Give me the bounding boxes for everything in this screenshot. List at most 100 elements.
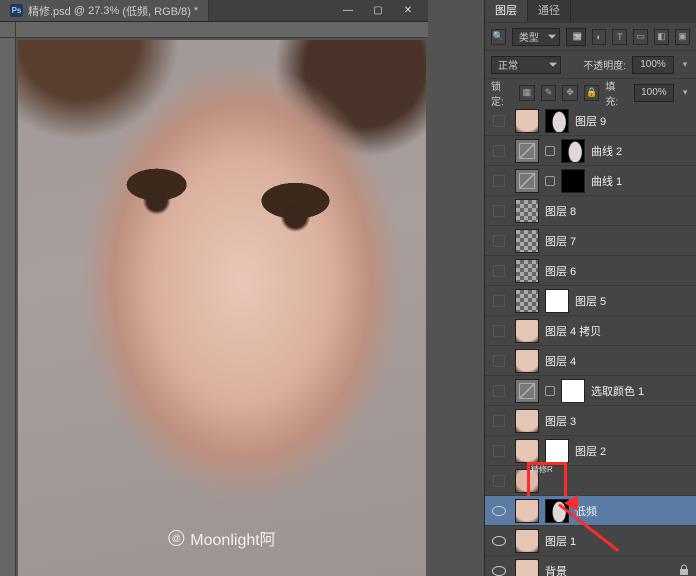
fill-dropdown-icon[interactable]: ▾ — [680, 85, 690, 101]
opacity-input[interactable]: 100% — [632, 56, 674, 74]
layer-name[interactable]: 图层 2 — [575, 443, 606, 459]
ruler-horizontal[interactable] — [0, 22, 428, 38]
layer-visibility-toggle[interactable] — [489, 441, 509, 461]
layer-item[interactable]: 图层 5 — [485, 286, 696, 316]
layer-visibility-toggle[interactable] — [489, 501, 509, 521]
layer-name[interactable]: 低频 — [575, 503, 597, 519]
fill-label: 填充: — [605, 78, 627, 108]
layer-thumbnail[interactable] — [515, 379, 539, 403]
layer-visibility-toggle[interactable] — [489, 141, 509, 161]
lock-brush-icon[interactable]: ✎ — [541, 85, 557, 101]
layer-visibility-toggle[interactable] — [489, 561, 509, 576]
layer-item[interactable]: 曲线 1 — [485, 166, 696, 196]
layer-thumbnail[interactable] — [515, 319, 539, 343]
layer-item[interactable]: 图层 1 — [485, 526, 696, 556]
filter-shape-icon[interactable]: ▭ — [633, 29, 648, 45]
layer-item[interactable]: 图层 4 — [485, 346, 696, 376]
layer-name[interactable]: 背景 — [545, 563, 567, 576]
layer-thumbnail[interactable] — [515, 409, 539, 433]
layer-name[interactable]: 图层 9 — [575, 113, 606, 129]
layer-visibility-toggle[interactable] — [489, 231, 509, 251]
layer-thumbnail[interactable] — [515, 349, 539, 373]
layer-item[interactable]: 选取颜色 1 — [485, 376, 696, 406]
layer-visibility-toggle[interactable] — [489, 111, 509, 131]
filter-type-label: 类型 — [519, 29, 539, 44]
filter-type-select[interactable]: 类型 — [512, 28, 560, 46]
layer-name[interactable]: 图层 4 — [545, 353, 576, 369]
layer-name[interactable]: 图层 6 — [545, 263, 576, 279]
layer-item[interactable]: 图层 9 — [485, 106, 696, 136]
layer-mask-thumbnail[interactable] — [545, 439, 569, 463]
lock-transparent-icon[interactable]: ▦ — [519, 85, 535, 101]
layer-name[interactable]: 图层 1 — [545, 533, 576, 549]
search-icon[interactable]: 🔍 — [491, 29, 506, 45]
layer-thumbnail[interactable] — [515, 499, 539, 523]
lock-move-icon[interactable]: ✥ — [562, 85, 578, 101]
document-tab[interactable]: Ps 精修.psd @ 27.3% (低频, RGB/8) * — [0, 0, 209, 21]
filter-adjust-icon[interactable]: ◐ — [592, 29, 607, 45]
layer-item[interactable]: 图层 2 — [485, 436, 696, 466]
layer-thumbnail[interactable] — [515, 289, 539, 313]
filter-kind-1[interactable]: ▦ — [566, 28, 586, 46]
layer-item[interactable]: 精修R — [485, 466, 696, 496]
layer-name[interactable]: 曲线 2 — [591, 143, 622, 159]
layer-visibility-toggle[interactable] — [489, 261, 509, 281]
layer-thumbnail[interactable] — [515, 169, 539, 193]
layer-thumbnail[interactable] — [515, 139, 539, 163]
layer-mask-thumbnail[interactable] — [561, 379, 585, 403]
layer-thumbnail[interactable] — [515, 559, 539, 576]
layer-thumbnail[interactable] — [515, 529, 539, 553]
window-close[interactable]: ✕ — [394, 4, 422, 18]
layer-item[interactable]: 低频 — [485, 496, 696, 526]
fill-input[interactable]: 100% — [634, 84, 675, 102]
filter-toggle[interactable]: ▣ — [675, 29, 690, 45]
lock-all-icon[interactable]: 🔒 — [584, 85, 600, 101]
layer-item[interactable]: 曲线 2 — [485, 136, 696, 166]
layer-item[interactable]: 背景 — [485, 556, 696, 576]
layer-name[interactable]: 图层 4 拷贝 — [545, 323, 601, 339]
layer-thumbnail[interactable] — [515, 229, 539, 253]
layer-visibility-toggle[interactable] — [489, 351, 509, 371]
layer-mask-thumbnail[interactable] — [545, 499, 569, 523]
opacity-dropdown-icon[interactable]: ▾ — [680, 57, 690, 73]
ruler-vertical[interactable] — [0, 38, 16, 576]
layer-mask-thumbnail[interactable] — [561, 169, 585, 193]
layer-item[interactable]: 图层 3 — [485, 406, 696, 436]
layer-visibility-toggle[interactable] — [489, 201, 509, 221]
layer-visibility-toggle[interactable] — [489, 411, 509, 431]
window-maximize[interactable]: ▢ — [364, 4, 392, 18]
layer-name[interactable]: 图层 8 — [545, 203, 576, 219]
tab-layers[interactable]: 图层 — [485, 0, 528, 22]
layer-visibility-toggle[interactable] — [489, 381, 509, 401]
blend-mode-select[interactable]: 正常 — [491, 56, 561, 74]
layer-name[interactable]: 图层 5 — [575, 293, 606, 309]
layer-mask-thumbnail[interactable] — [545, 289, 569, 313]
layer-name[interactable]: 图层 3 — [545, 413, 576, 429]
layer-mask-thumbnail[interactable] — [545, 109, 569, 133]
layer-thumbnail[interactable] — [515, 109, 539, 133]
layer-name[interactable]: 选取颜色 1 — [591, 383, 644, 399]
tab-channels[interactable]: 通径 — [528, 0, 571, 22]
layer-thumbnail[interactable] — [515, 259, 539, 283]
layer-item[interactable]: 图层 8 — [485, 196, 696, 226]
layer-name[interactable]: 曲线 1 — [591, 173, 622, 189]
canvas[interactable]: @ Moonlight阿 — [18, 40, 426, 576]
layer-item[interactable]: 图层 4 拷贝 — [485, 316, 696, 346]
layer-item[interactable]: 图层 7 — [485, 226, 696, 256]
layer-item[interactable]: 图层 6 — [485, 256, 696, 286]
layer-visibility-toggle[interactable] — [489, 531, 509, 551]
layer-thumbnail[interactable] — [515, 199, 539, 223]
window-minimize[interactable]: — — [334, 4, 362, 18]
link-icon — [545, 176, 555, 186]
layer-thumbnail[interactable] — [515, 439, 539, 463]
layer-visibility-toggle[interactable] — [489, 471, 509, 491]
layer-visibility-toggle[interactable] — [489, 291, 509, 311]
layer-visibility-toggle[interactable] — [489, 171, 509, 191]
filter-smart-icon[interactable]: ◧ — [654, 29, 669, 45]
layer-name[interactable]: 图层 7 — [545, 233, 576, 249]
layer-mask-thumbnail[interactable] — [561, 139, 585, 163]
layer-list[interactable]: 图层 9 曲线 2 曲线 1 图层 8 图层 7 图层 6 图层 5 图层 4 拷贝图层 4 选… — [485, 106, 696, 576]
photo-image: @ Moonlight阿 — [18, 40, 426, 576]
layer-visibility-toggle[interactable] — [489, 321, 509, 341]
filter-text-icon[interactable]: T — [612, 29, 627, 45]
